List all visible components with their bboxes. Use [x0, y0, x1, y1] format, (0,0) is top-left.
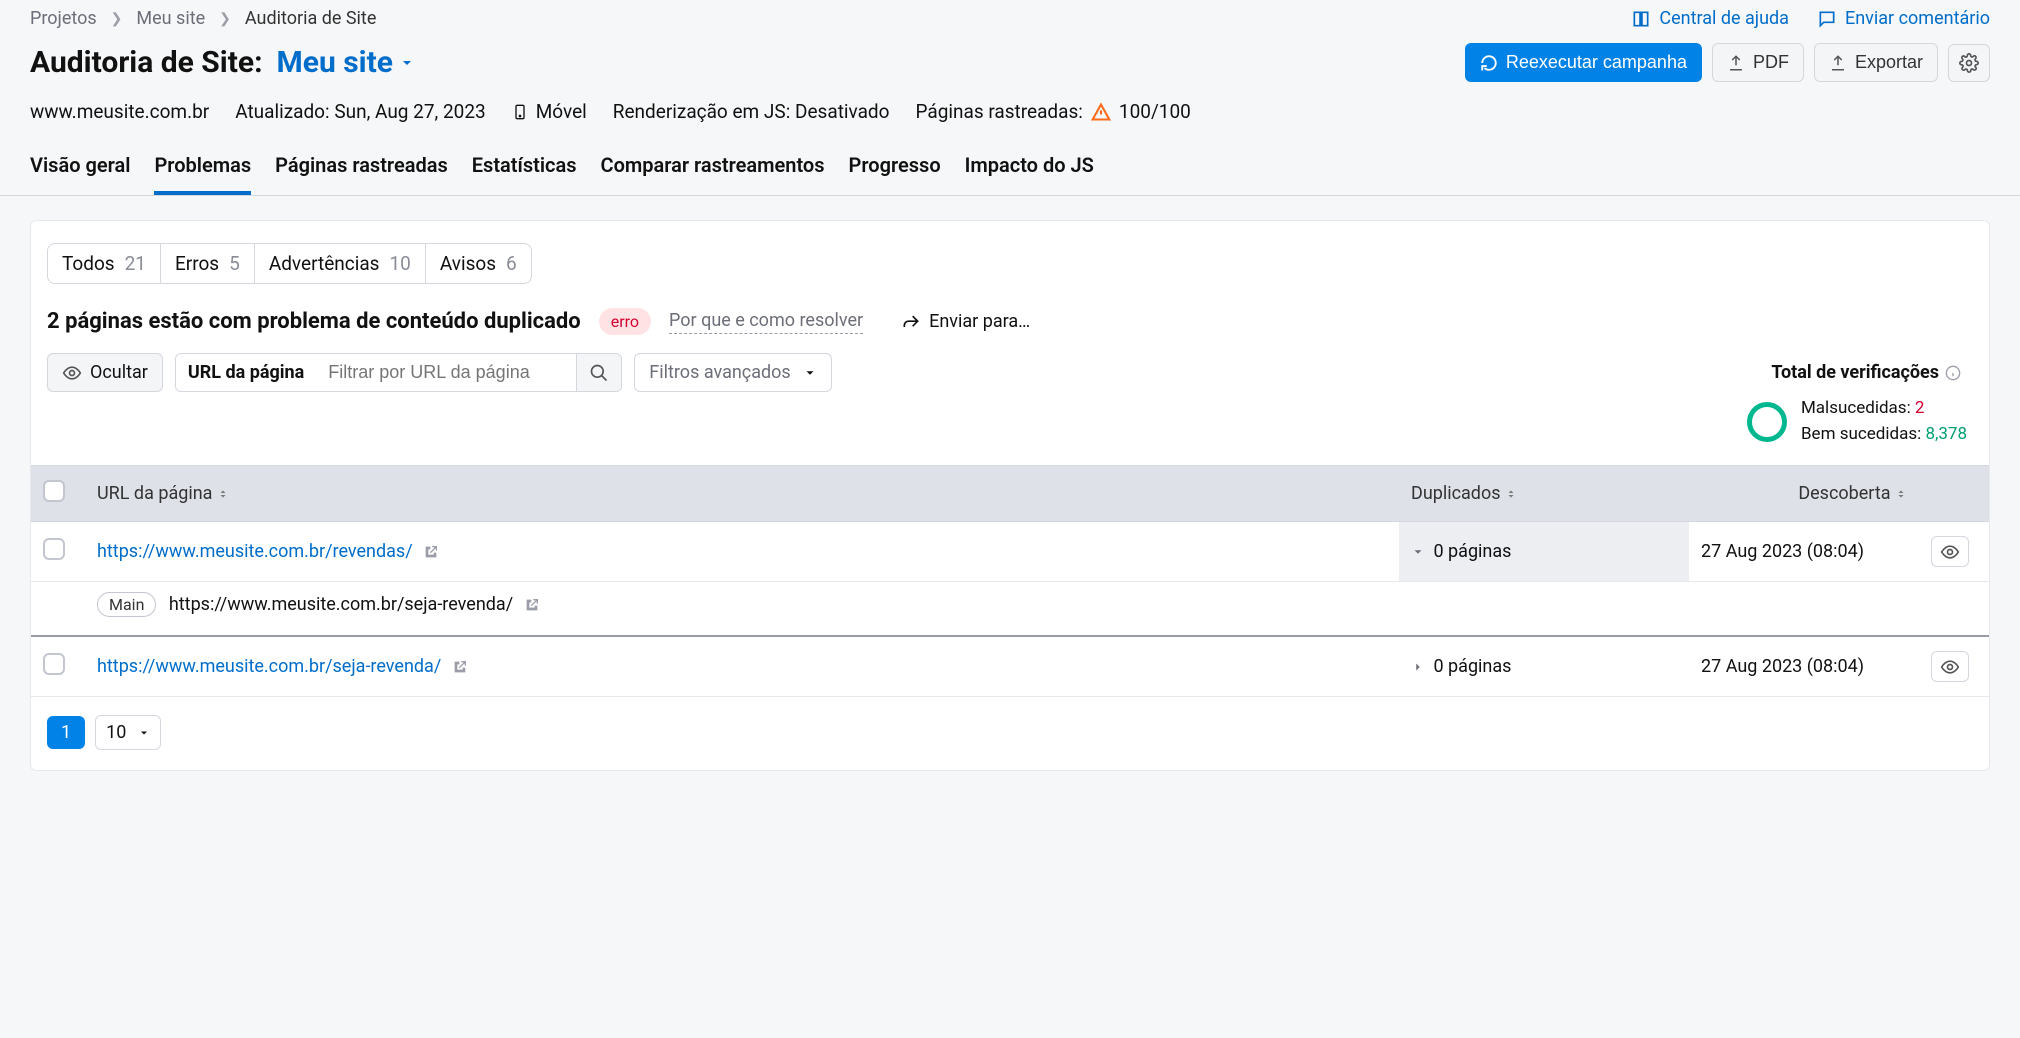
tab-issues[interactable]: Problemas [154, 153, 251, 195]
breadcrumb-current: Auditoria de Site [245, 8, 376, 29]
eye-icon [1940, 542, 1960, 562]
book-icon [1631, 9, 1651, 29]
table-row: https://www.meusite.com.br/revendas/ 0 p… [31, 522, 1989, 582]
checks-summary: Total de verificações [1771, 362, 1973, 383]
chevron-down-icon [399, 55, 415, 71]
warning-icon [1091, 102, 1111, 122]
table-subrow: Main https://www.meusite.com.br/seja-rev… [31, 582, 1989, 637]
comment-icon [1817, 9, 1837, 29]
pdf-button[interactable]: PDF [1712, 43, 1804, 82]
tab-overview[interactable]: Visão geral [30, 153, 130, 195]
breadcrumb-projects[interactable]: Projetos [30, 8, 97, 29]
chevron-down-icon [1411, 545, 1425, 559]
export-button[interactable]: Exportar [1814, 43, 1938, 82]
passed-label: Bem sucedidas: [1801, 424, 1921, 444]
gear-icon [1959, 53, 1979, 73]
url-filter-label: URL da página [176, 354, 316, 391]
url-filter-input[interactable] [316, 354, 576, 391]
col-discovered[interactable]: Descoberta [1689, 466, 1919, 522]
select-all-checkbox[interactable] [43, 480, 65, 502]
mobile-icon [512, 101, 528, 123]
seg-notices[interactable]: Avisos6 [426, 244, 531, 283]
row-checkbox[interactable] [43, 653, 65, 675]
tab-crawled-pages[interactable]: Páginas rastreadas [275, 153, 448, 195]
device-label: Móvel [512, 100, 587, 123]
chevron-down-icon [803, 366, 817, 380]
eye-icon [1940, 657, 1960, 677]
js-rendering: Renderização em JS: Desativado [613, 100, 890, 123]
sort-icon [1895, 488, 1907, 500]
passed-count: 8,378 [1925, 424, 1967, 444]
col-duplicates[interactable]: Duplicados [1399, 466, 1689, 522]
sort-icon [1505, 488, 1517, 500]
view-button[interactable] [1931, 651, 1969, 682]
col-url[interactable]: URL da página [85, 466, 1399, 522]
chevron-right-icon: ❯ [111, 11, 123, 27]
breadcrumb-site[interactable]: Meu site [136, 8, 205, 29]
page-size-select[interactable]: 10 [95, 715, 161, 750]
external-link-icon[interactable] [524, 594, 540, 615]
main-url[interactable]: https://www.meusite.com.br/seja-revenda/ [169, 594, 513, 615]
help-center-link[interactable]: Central de ajuda [1631, 8, 1789, 29]
settings-button[interactable] [1948, 44, 1990, 82]
info-icon[interactable] [1945, 365, 1961, 381]
tab-compare[interactable]: Comparar rastreamentos [601, 153, 825, 195]
site-domain: www.meusite.com.br [30, 100, 209, 123]
tab-js-impact[interactable]: Impacto do JS [965, 153, 1094, 195]
refresh-icon [1480, 54, 1498, 72]
seg-all[interactable]: Todos21 [48, 244, 161, 283]
discovered-date: 27 Aug 2023 (08:04) [1689, 522, 1919, 582]
duplicate-count: 0 páginas [1433, 541, 1511, 562]
table-row: https://www.meusite.com.br/seja-revenda/… [31, 636, 1989, 697]
sort-icon [217, 488, 229, 500]
page-url-link[interactable]: https://www.meusite.com.br/revendas/ [97, 541, 413, 562]
rerun-campaign-button[interactable]: Reexecutar campanha [1465, 43, 1702, 82]
seg-warnings[interactable]: Advertências10 [255, 244, 426, 283]
issue-filter-tabs: Todos21 Erros5 Advertências10 Avisos6 [47, 243, 532, 284]
duplicate-count: 0 páginas [1433, 656, 1511, 677]
tab-statistics[interactable]: Estatísticas [472, 153, 577, 195]
checks-ring-icon [1747, 402, 1787, 442]
breadcrumb: Projetos ❯ Meu site ❯ Auditoria de Site [30, 8, 376, 29]
why-how-link[interactable]: Por que e como resolver [669, 310, 863, 334]
external-link-icon[interactable] [452, 656, 468, 677]
page-title: Auditoria de Site: [30, 45, 263, 80]
expand-toggle[interactable] [1411, 656, 1429, 677]
share-arrow-icon [901, 312, 921, 332]
send-to-menu[interactable]: Enviar para… [901, 311, 1030, 332]
pages-crawled: Páginas rastreadas: 100/100 [915, 100, 1190, 123]
failed-count: 2 [1915, 398, 1925, 418]
seg-errors[interactable]: Erros5 [161, 244, 255, 283]
send-feedback-link[interactable]: Enviar comentário [1817, 8, 1990, 29]
upload-icon [1727, 54, 1745, 72]
last-updated: Atualizado: Sun, Aug 27, 2023 [235, 100, 486, 123]
discovered-date: 27 Aug 2023 (08:04) [1689, 636, 1919, 697]
search-button[interactable] [576, 354, 621, 391]
view-button[interactable] [1931, 536, 1969, 567]
failed-label: Malsucedidas: [1801, 398, 1911, 418]
chevron-right-icon [1411, 660, 1425, 674]
eye-icon [62, 363, 82, 383]
advanced-filters[interactable]: Filtros avançados [634, 353, 831, 392]
chevron-right-icon: ❯ [219, 11, 231, 27]
upload-icon [1829, 54, 1847, 72]
issues-table: URL da página Duplicados Descoberta [31, 465, 1989, 697]
page-number[interactable]: 1 [47, 716, 85, 749]
tab-progress[interactable]: Progresso [849, 153, 941, 195]
url-filter-group: URL da página [175, 353, 622, 392]
row-checkbox[interactable] [43, 538, 65, 560]
hide-button[interactable]: Ocultar [47, 353, 163, 392]
external-link-icon[interactable] [423, 541, 439, 562]
chevron-down-icon [138, 727, 150, 739]
main-chip: Main [97, 592, 156, 617]
page-url-link[interactable]: https://www.meusite.com.br/seja-revenda/ [97, 656, 441, 677]
severity-badge: erro [599, 308, 651, 335]
main-tabs: Visão geral Problemas Páginas rastreadas… [0, 123, 2020, 196]
expand-toggle[interactable] [1411, 541, 1429, 562]
issue-title: 2 páginas estão com problema de conteúdo… [47, 309, 581, 334]
site-selector[interactable]: Meu site [277, 45, 415, 80]
search-icon [589, 363, 609, 383]
